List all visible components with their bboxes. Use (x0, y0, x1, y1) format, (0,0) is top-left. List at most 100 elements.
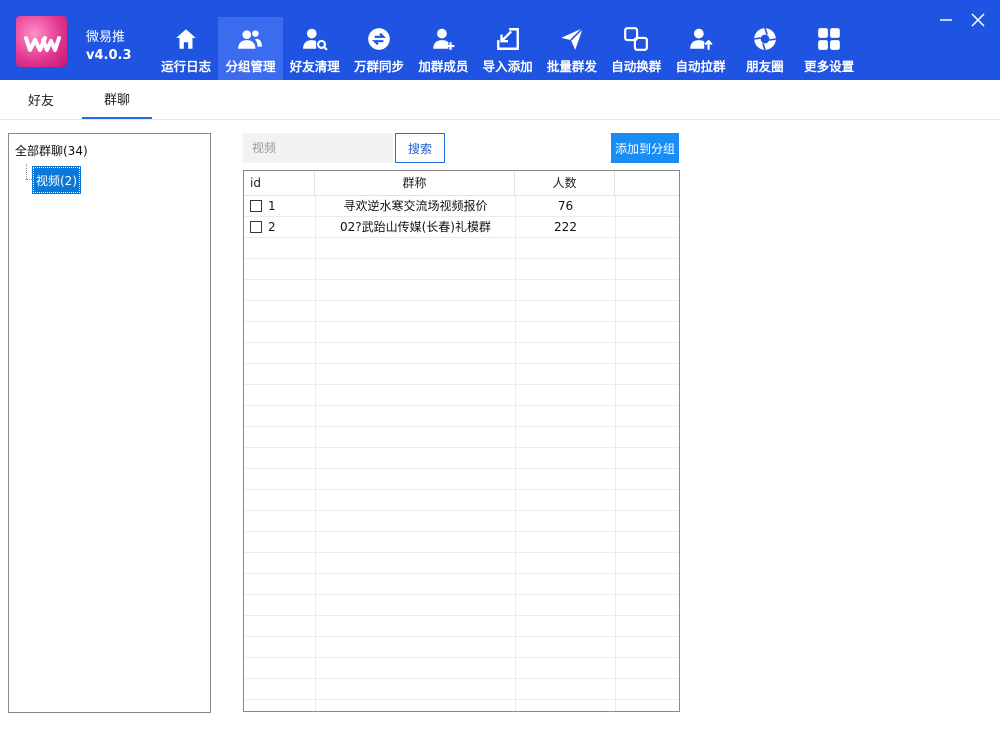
empty-cell (616, 700, 679, 711)
empty-cell (516, 595, 616, 615)
sync-icon (366, 26, 392, 52)
swap-icon (623, 26, 649, 52)
empty-table-row (244, 490, 679, 511)
table-row[interactable]: 1 寻欢逆水寒交流场视频报价 76 (244, 196, 679, 217)
empty-cell (616, 679, 679, 699)
nav-more-settings[interactable]: 更多设置 (797, 17, 861, 80)
tab-bar: 好友 群聊 (0, 80, 1000, 120)
nav-group-manage[interactable]: 分组管理 (218, 17, 283, 80)
empty-cell (316, 532, 516, 552)
table-row[interactable]: 2 02?武跆山传媒(长春)礼模群 222 (244, 217, 679, 238)
search-button[interactable]: 搜索 (395, 133, 445, 163)
nav-auto-pull[interactable]: 自动拉群 (668, 17, 732, 80)
main-nav: 运行日志 分组管理 好友清理 万群同步 加群成员 导入添加 批量群发 自动换群 … (154, 17, 861, 80)
empty-table-row (244, 385, 679, 406)
nav-import-add[interactable]: 导入添加 (475, 17, 539, 80)
empty-table-row (244, 658, 679, 679)
empty-cell (616, 259, 679, 279)
nav-moments[interactable]: 朋友圈 (733, 17, 797, 80)
cell-name: 寻欢逆水寒交流场视频报价 (316, 196, 516, 216)
empty-cell (316, 427, 516, 447)
empty-cell (316, 280, 516, 300)
aperture-icon (752, 26, 778, 52)
empty-table-row (244, 595, 679, 616)
empty-table-row (244, 616, 679, 637)
empty-cell (616, 574, 679, 594)
empty-cell (316, 637, 516, 657)
cell-empty (616, 196, 679, 216)
empty-cell (316, 595, 516, 615)
empty-table-row (244, 322, 679, 343)
empty-cell (244, 427, 316, 447)
empty-table-row (244, 406, 679, 427)
empty-table-row (244, 511, 679, 532)
table-header: id 群称 人数 (244, 171, 679, 196)
empty-cell (244, 364, 316, 384)
column-header-id[interactable]: id (244, 171, 315, 196)
empty-table-row (244, 427, 679, 448)
empty-table-row (244, 532, 679, 553)
empty-cell (244, 532, 316, 552)
minimize-button[interactable] (936, 10, 956, 30)
tab-friends[interactable]: 好友 (4, 80, 78, 119)
empty-cell (244, 616, 316, 636)
tree-node-video[interactable]: 视频(2) (32, 166, 81, 194)
search-input[interactable] (243, 133, 393, 163)
cell-empty (616, 217, 679, 237)
empty-cell (516, 343, 616, 363)
empty-table-row (244, 637, 679, 658)
row-checkbox[interactable] (250, 221, 262, 233)
nav-label: 自动拉群 (675, 59, 726, 74)
app-version: v4.0.3 (86, 48, 132, 63)
column-header-empty (615, 171, 679, 196)
empty-table-row (244, 553, 679, 574)
nav-auto-switch[interactable]: 自动换群 (604, 17, 668, 80)
empty-cell (316, 364, 516, 384)
empty-cell (316, 385, 516, 405)
nav-bulk-send[interactable]: 批量群发 (540, 17, 604, 80)
empty-cell (516, 364, 616, 384)
empty-cell (244, 385, 316, 405)
empty-cell (516, 301, 616, 321)
group-tree[interactable]: 全部群聊(34) 视频(2) (8, 133, 211, 713)
empty-cell (244, 511, 316, 531)
empty-cell (616, 238, 679, 258)
empty-cell (244, 490, 316, 510)
close-button[interactable] (968, 10, 988, 30)
empty-cell (516, 238, 616, 258)
import-icon (495, 26, 521, 52)
tree-connector (26, 164, 27, 179)
empty-cell (316, 574, 516, 594)
nav-add-members[interactable]: 加群成员 (411, 17, 475, 80)
empty-cell (516, 679, 616, 699)
empty-cell (244, 343, 316, 363)
empty-cell (516, 532, 616, 552)
column-header-count[interactable]: 人数 (515, 171, 615, 196)
empty-cell (316, 259, 516, 279)
empty-cell (516, 322, 616, 342)
empty-table-row (244, 574, 679, 595)
nav-label: 分组管理 (225, 59, 276, 74)
empty-cell (616, 532, 679, 552)
minimize-icon (940, 19, 952, 21)
nav-run-log[interactable]: 运行日志 (154, 17, 218, 80)
empty-table-row (244, 280, 679, 301)
empty-cell (316, 406, 516, 426)
empty-cell (244, 658, 316, 678)
nav-group-sync[interactable]: 万群同步 (347, 17, 411, 80)
tree-root-all-groups[interactable]: 全部群聊(34) (15, 142, 88, 159)
empty-cell (516, 637, 616, 657)
grid-icon (816, 26, 842, 52)
nav-friend-clean[interactable]: 好友清理 (283, 17, 347, 80)
tab-groups[interactable]: 群聊 (82, 80, 152, 119)
group-table[interactable]: id 群称 人数 1 寻欢逆水寒交流场视频报价 76 2 02?武跆山传媒(长春… (243, 170, 680, 712)
add-to-group-button[interactable]: 添加到分组 (611, 133, 679, 163)
empty-cell (516, 280, 616, 300)
row-checkbox[interactable] (250, 200, 262, 212)
empty-cell (616, 280, 679, 300)
column-header-name[interactable]: 群称 (315, 171, 515, 196)
empty-cell (316, 679, 516, 699)
cell-id: 1 (244, 196, 316, 216)
empty-cell (244, 637, 316, 657)
empty-cell (316, 511, 516, 531)
